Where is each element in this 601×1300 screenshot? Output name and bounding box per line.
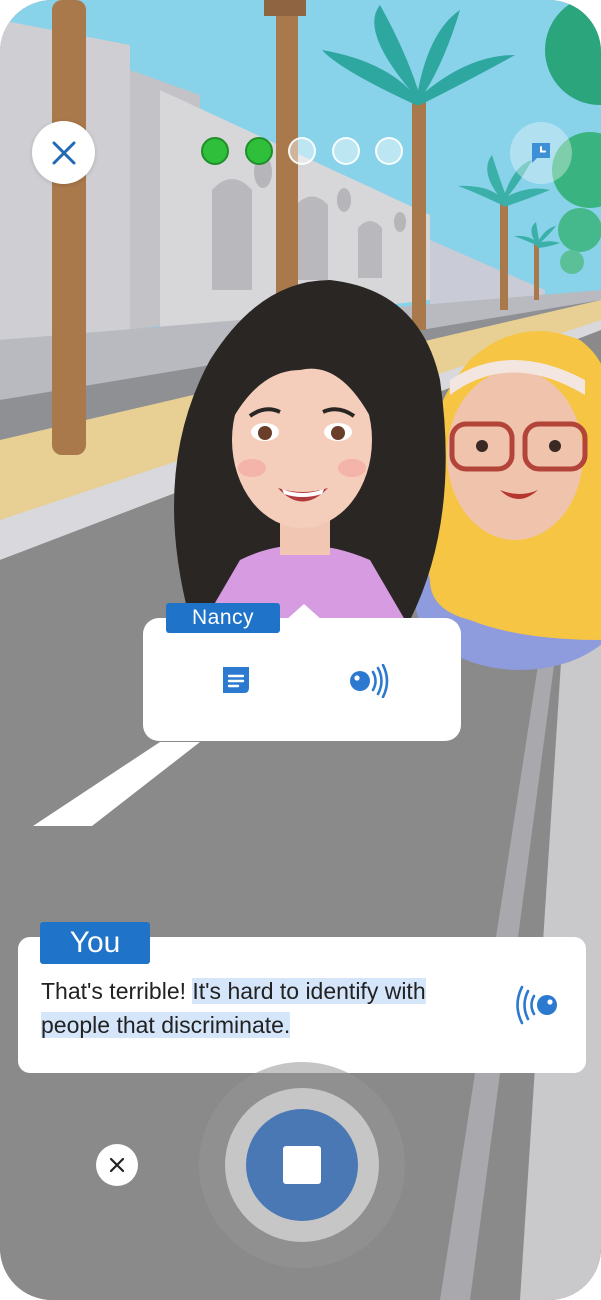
progress-dot-2 bbox=[245, 137, 273, 165]
user-utterance: That's terrible! It's hard to identify w… bbox=[41, 974, 491, 1042]
progress-dot-1 bbox=[201, 137, 229, 165]
user-label-tag: You bbox=[40, 922, 150, 964]
partner-name-tag: Nancy bbox=[166, 603, 280, 633]
play-partner-audio-button[interactable] bbox=[348, 663, 390, 699]
partner-bubble-pointer bbox=[286, 604, 322, 620]
cancel-recording-button[interactable] bbox=[96, 1144, 138, 1186]
close-icon bbox=[52, 141, 75, 164]
phone-screen: Nancy You That's terrible! It's hard to … bbox=[0, 0, 601, 1300]
show-text-button[interactable] bbox=[220, 664, 252, 696]
close-button[interactable] bbox=[32, 121, 95, 184]
close-icon bbox=[109, 1157, 125, 1173]
progress-dot-3 bbox=[288, 137, 316, 165]
chat-clock-icon bbox=[532, 143, 550, 163]
stop-recording-button[interactable] bbox=[246, 1109, 358, 1221]
partner-speech-bubble bbox=[143, 618, 461, 741]
progress-dot-5 bbox=[375, 137, 403, 165]
stop-icon bbox=[283, 1146, 321, 1184]
speaker-icon bbox=[350, 663, 389, 699]
message-text-icon bbox=[223, 667, 249, 693]
play-user-audio-button[interactable] bbox=[513, 985, 559, 1025]
progress-dot-4 bbox=[332, 137, 360, 165]
hint-button[interactable] bbox=[510, 122, 572, 184]
speaker-icon bbox=[516, 985, 557, 1025]
user-utterance-plain: That's terrible! bbox=[41, 978, 193, 1004]
